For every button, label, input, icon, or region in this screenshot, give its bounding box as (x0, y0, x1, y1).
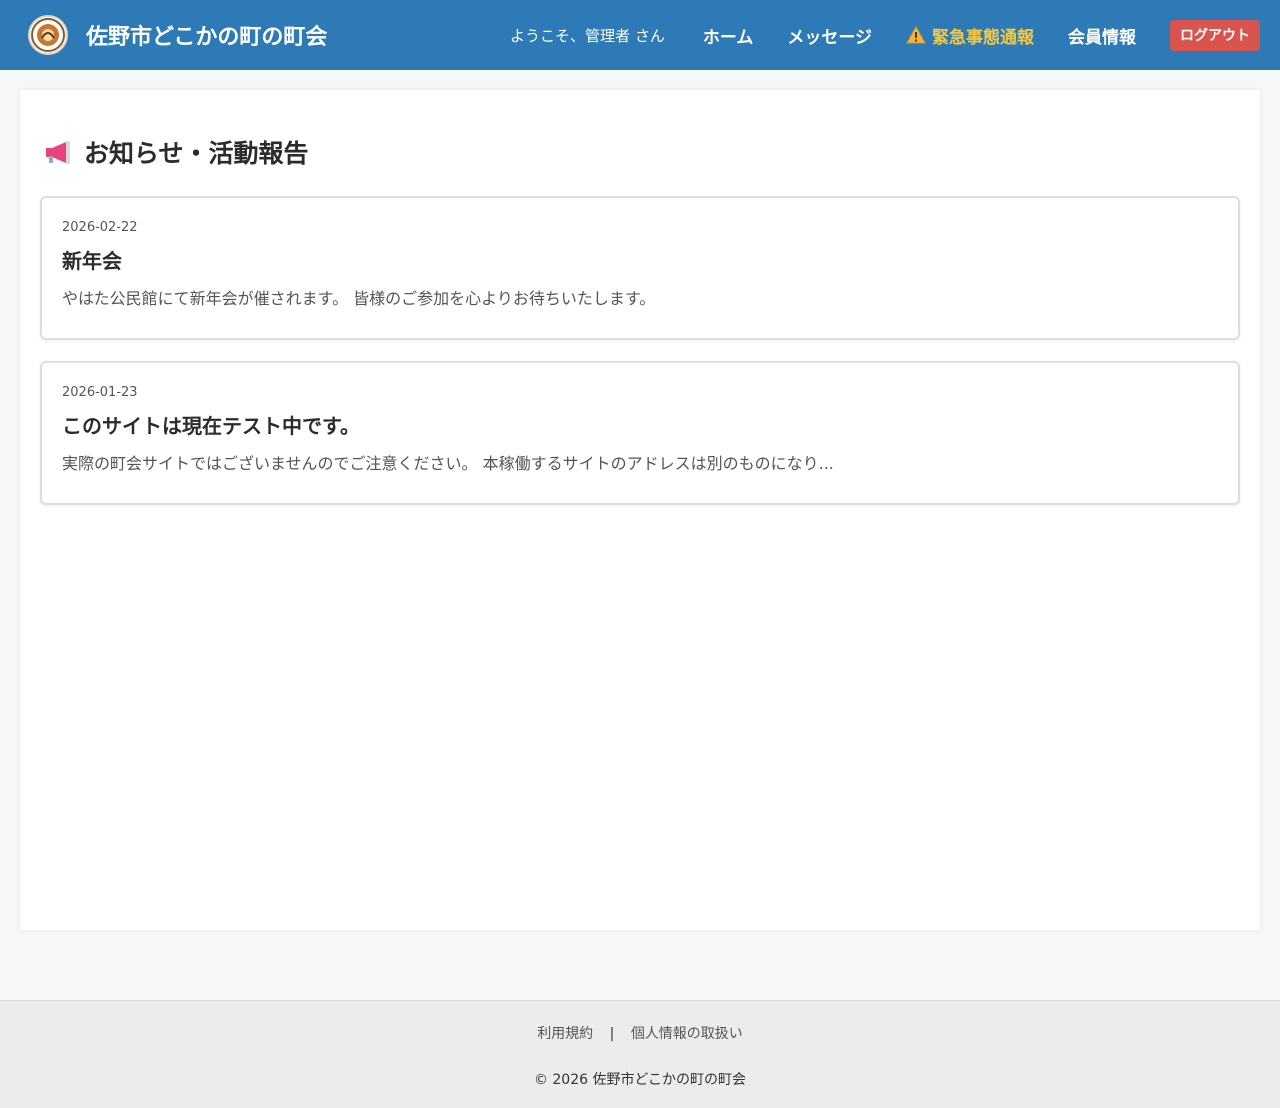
nav-home[interactable]: ホーム (703, 23, 754, 48)
site-footer: 利用規約 | 個人情報の取扱い © 2026 佐野市どこかの町の町会 (0, 1000, 1280, 1108)
megaphone-icon (44, 140, 72, 164)
page-title: お知らせ・活動報告 (44, 130, 1240, 174)
privacy-link[interactable]: 個人情報の取扱い (631, 1026, 743, 1042)
news-list: 2026-02-22 新年会 やはた公民館にて新年会が催されます。 皆様のご参加… (40, 196, 1240, 505)
main-content: お知らせ・活動報告 2026-02-22 新年会 やはた公民館にて新年会が催され… (20, 90, 1260, 930)
nav-emergency-label: 緊急事態通報 (932, 27, 1034, 48)
site-header: 佐野市どこかの町の町会 ようこそ、管理者 さん ホーム メッセージ 緊急事態通報… (0, 0, 1280, 70)
news-title[interactable]: 新年会 (62, 248, 1218, 274)
news-body: 実際の町会サイトではございませんのでご注意ください。 本稼働するサイトのアドレス… (62, 454, 834, 473)
nav-emergency-report[interactable]: 緊急事態通報 (906, 23, 1034, 48)
news-title[interactable]: このサイトは現在テスト中です。 (62, 413, 1218, 439)
logout-button[interactable]: ログアウト (1170, 19, 1260, 51)
news-card[interactable]: 2026-01-23 このサイトは現在テスト中です。 実際の町会サイトではござい… (40, 361, 1240, 505)
warning-icon (906, 26, 926, 44)
page-title-text: お知らせ・活動報告 (84, 139, 309, 168)
copyright: © 2026 佐野市どこかの町の町会 (533, 1072, 747, 1088)
news-date: 2026-01-23 (62, 385, 138, 400)
nav-messages[interactable]: メッセージ (787, 23, 872, 48)
site-title[interactable]: 佐野市どこかの町の町会 (86, 19, 327, 51)
news-body: やはた公民館にて新年会が催されます。 皆様のご参加を心よりお待ちいたします。 (62, 289, 656, 308)
footer-separator: | (609, 1026, 615, 1042)
news-date: 2026-02-22 (62, 220, 138, 235)
main-nav: ようこそ、管理者 さん ホーム メッセージ 緊急事態通報 会員情報 ログアウト (510, 19, 1260, 51)
terms-link[interactable]: 利用規約 (537, 1026, 593, 1042)
nav-member-info[interactable]: 会員情報 (1068, 23, 1136, 48)
town-logo-icon[interactable] (28, 15, 68, 55)
news-card[interactable]: 2026-02-22 新年会 やはた公民館にて新年会が催されます。 皆様のご参加… (40, 196, 1240, 340)
footer-links: 利用規約 | 個人情報の取扱い (0, 1023, 1280, 1043)
welcome-text: ようこそ、管理者 さん (510, 26, 665, 45)
